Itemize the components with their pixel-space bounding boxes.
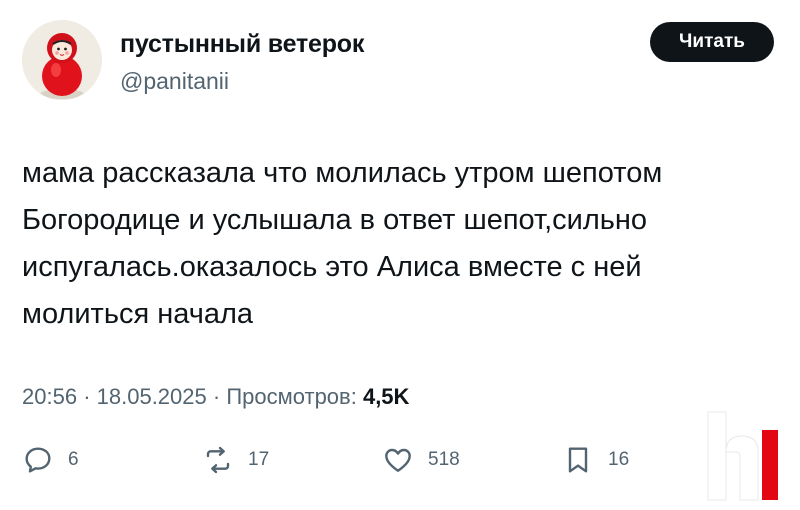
tweet-date[interactable]: 18.05.2025 bbox=[97, 384, 207, 409]
repost-count: 17 bbox=[248, 449, 270, 470]
author-handle[interactable]: @panitanii bbox=[120, 68, 229, 95]
bookmark-icon bbox=[568, 447, 588, 473]
tweet-header: пустынный ветерок @panitanii Читать bbox=[22, 20, 782, 110]
roly-poly-doll-avatar-icon bbox=[22, 20, 102, 100]
repost-icon bbox=[206, 446, 230, 474]
meta-separator: · bbox=[212, 384, 227, 409]
like-button[interactable]: 518 bbox=[382, 440, 460, 480]
follow-button[interactable]: Читать bbox=[650, 22, 774, 62]
h-logo-watermark-icon bbox=[707, 411, 778, 501]
reply-bubble-icon bbox=[25, 447, 51, 473]
views-count: 4,5K bbox=[362, 384, 410, 409]
heart-icon bbox=[385, 448, 411, 472]
bookmark-button[interactable]: 16 bbox=[562, 440, 629, 480]
bookmark-count: 16 bbox=[608, 449, 630, 470]
tweet-actions: 6 17 518 16 bbox=[22, 440, 702, 480]
meta-separator: · bbox=[83, 384, 97, 409]
like-count: 518 bbox=[428, 449, 460, 470]
reply-button[interactable]: 6 bbox=[22, 440, 79, 480]
tweet-time[interactable]: 20:56 bbox=[22, 384, 77, 409]
reply-count: 6 bbox=[68, 449, 79, 470]
avatar[interactable] bbox=[22, 20, 102, 100]
views-label: Просмотров: bbox=[226, 384, 363, 409]
author-display-name[interactable]: пустынный ветерок bbox=[120, 30, 364, 59]
tweet-text: мама рассказала что молилась утром шепот… bbox=[22, 157, 663, 330]
tweet-meta: 20:56 · 18.05.2025 · Просмотров: 4,5K bbox=[22, 384, 409, 410]
repost-button[interactable]: 17 bbox=[202, 440, 269, 480]
